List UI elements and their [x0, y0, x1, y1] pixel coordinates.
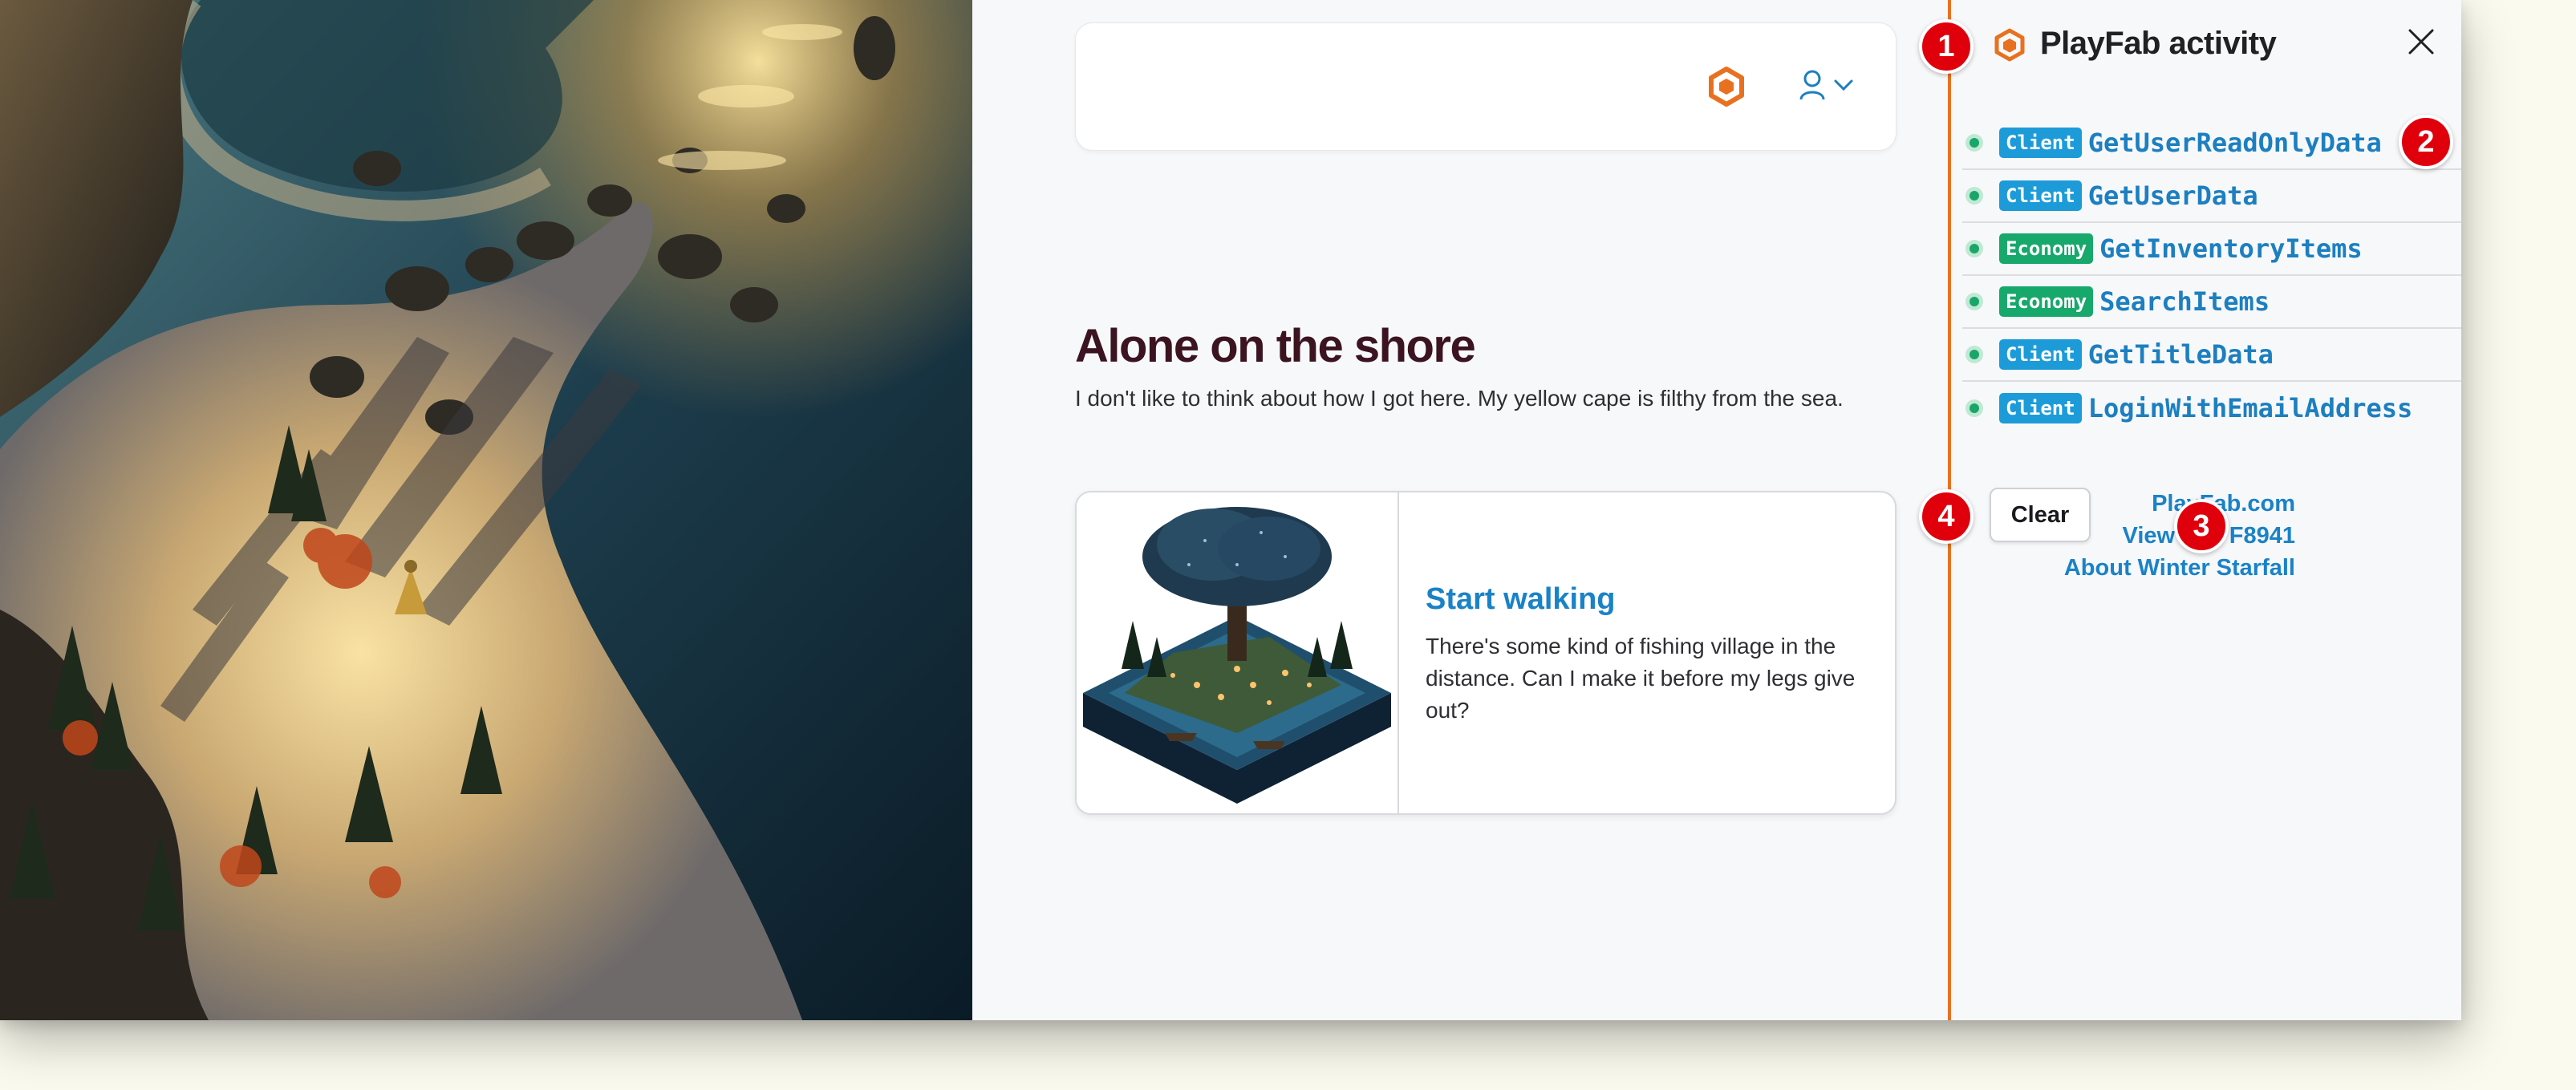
client-tag: Client [1999, 180, 2082, 211]
status-dot-icon [1965, 293, 1983, 310]
panel-title: PlayFab activity [2040, 26, 2277, 61]
header-bar [1075, 22, 1897, 151]
playfab-logo-icon[interactable] [1705, 65, 1748, 108]
economy-tag: Economy [1999, 233, 2094, 264]
activity-row[interactable]: Economy SearchItems [1962, 276, 2461, 329]
api-name[interactable]: GetUserReadOnlyData [2088, 128, 2382, 158]
shore-landscape-image [0, 0, 972, 1020]
api-name[interactable]: GetUserData [2088, 180, 2258, 211]
choice-title: Start walking [1426, 582, 1616, 616]
callout-badge-4: 4 [1919, 489, 1974, 544]
activity-list: Client GetUserReadOnlyData Client GetUse… [1962, 117, 2461, 435]
chevron-down-icon [1833, 79, 1854, 95]
user-menu[interactable] [1798, 65, 1864, 108]
activity-row[interactable]: Client GetUserData [1962, 170, 2461, 223]
fishing-village-image [1077, 492, 1399, 813]
about-link[interactable]: About Winter Starfall [2064, 552, 2295, 584]
user-icon [1798, 69, 1827, 105]
choice-description: There's some kind of fishing village in … [1426, 634, 1856, 723]
scene-description: I don't like to think about how I got he… [1075, 386, 1844, 411]
api-name[interactable]: GetTitleData [2088, 339, 2274, 370]
status-dot-icon [1965, 399, 1983, 417]
activity-row[interactable]: Client LoginWithEmailAddress [1962, 382, 2461, 435]
status-dot-icon [1965, 187, 1983, 205]
api-name[interactable]: GetInventoryItems [2099, 233, 2363, 264]
client-tag: Client [1999, 128, 2082, 158]
client-tag: Client [1999, 393, 2082, 423]
scene-title: Alone on the shore [1075, 320, 1476, 372]
close-icon[interactable] [2407, 27, 2436, 56]
app-window: Alone on the shore I don't like to think… [0, 0, 2461, 1020]
activity-row[interactable]: Client GetUserReadOnlyData [1962, 117, 2461, 170]
callout-badge-1: 1 [1919, 19, 1974, 74]
activity-row[interactable]: Client GetTitleData [1962, 329, 2461, 382]
callout-badge-3: 3 [2174, 499, 2229, 553]
activity-row[interactable]: Economy GetInventoryItems [1962, 223, 2461, 276]
status-dot-icon [1965, 134, 1983, 152]
api-name[interactable]: SearchItems [2099, 286, 2270, 317]
status-dot-icon [1965, 240, 1983, 257]
api-name[interactable]: LoginWithEmailAddress [2088, 393, 2413, 423]
client-tag: Client [1999, 339, 2082, 370]
playfab-logo-icon [1992, 27, 2027, 63]
callout-badge-2: 2 [2399, 115, 2453, 169]
status-dot-icon [1965, 346, 1983, 363]
choice-card-start-walking[interactable]: Start walking There's some kind of fishi… [1075, 491, 1897, 815]
economy-tag: Economy [1999, 286, 2094, 317]
